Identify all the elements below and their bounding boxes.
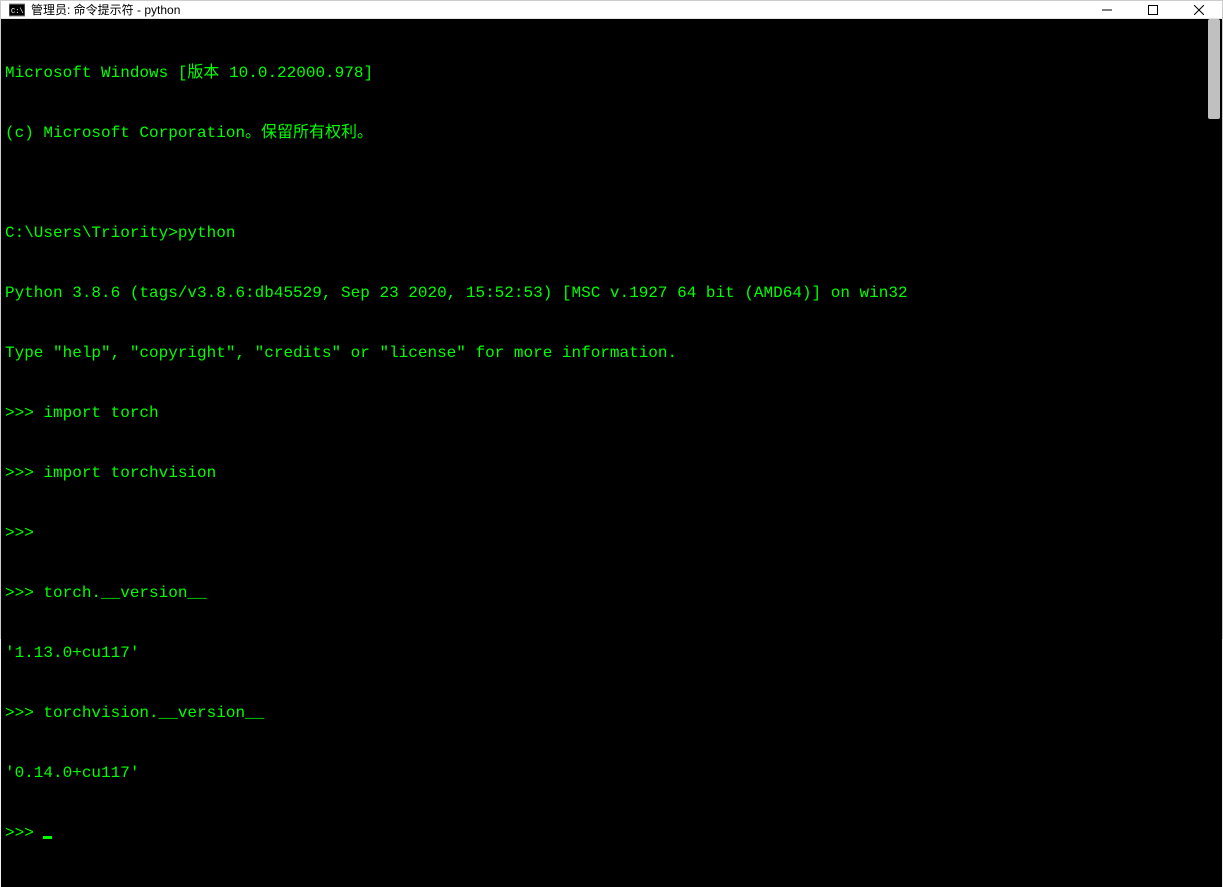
titlebar-left: C:\ 管理员: 命令提示符 - python	[9, 1, 180, 18]
terminal-line: Python 3.8.6 (tags/v3.8.6:db45529, Sep 2…	[5, 283, 1206, 303]
terminal-line: Microsoft Windows [版本 10.0.22000.978]	[5, 63, 1206, 83]
maximize-button[interactable]	[1130, 1, 1176, 18]
minimize-button[interactable]	[1084, 1, 1130, 18]
terminal-line: (c) Microsoft Corporation。保留所有权利。	[5, 123, 1206, 143]
terminal-line: C:\Users\Triority>python	[5, 223, 1206, 243]
window-title: 管理员: 命令提示符 - python	[31, 1, 180, 18]
terminal-line: >>> import torchvision	[5, 463, 1206, 483]
cmd-window: C:\ 管理员: 命令提示符 - python Microsoft Window…	[0, 0, 1223, 639]
close-button[interactable]	[1176, 1, 1222, 18]
scrollbar[interactable]	[1206, 19, 1222, 887]
terminal-line: >>>	[5, 523, 1206, 543]
window-controls	[1084, 1, 1222, 18]
terminal-prompt: >>>	[5, 824, 43, 842]
terminal-line: Type "help", "copyright", "credits" or "…	[5, 343, 1206, 363]
terminal-content[interactable]: Microsoft Windows [版本 10.0.22000.978] (c…	[1, 19, 1206, 887]
terminal-line: '1.13.0+cu117'	[5, 643, 1206, 663]
svg-text:C:\: C:\	[11, 8, 24, 16]
terminal-prompt-line: >>>	[5, 823, 1206, 843]
terminal-area: Microsoft Windows [版本 10.0.22000.978] (c…	[1, 19, 1222, 887]
terminal-line: >>> import torch	[5, 403, 1206, 423]
scrollbar-thumb[interactable]	[1208, 19, 1220, 119]
cmd-icon: C:\	[9, 2, 25, 18]
terminal-line: '0.14.0+cu117'	[5, 763, 1206, 783]
terminal-line: >>> torchvision.__version__	[5, 703, 1206, 723]
titlebar[interactable]: C:\ 管理员: 命令提示符 - python	[1, 1, 1222, 19]
cursor	[43, 836, 52, 839]
terminal-line: >>> torch.__version__	[5, 583, 1206, 603]
